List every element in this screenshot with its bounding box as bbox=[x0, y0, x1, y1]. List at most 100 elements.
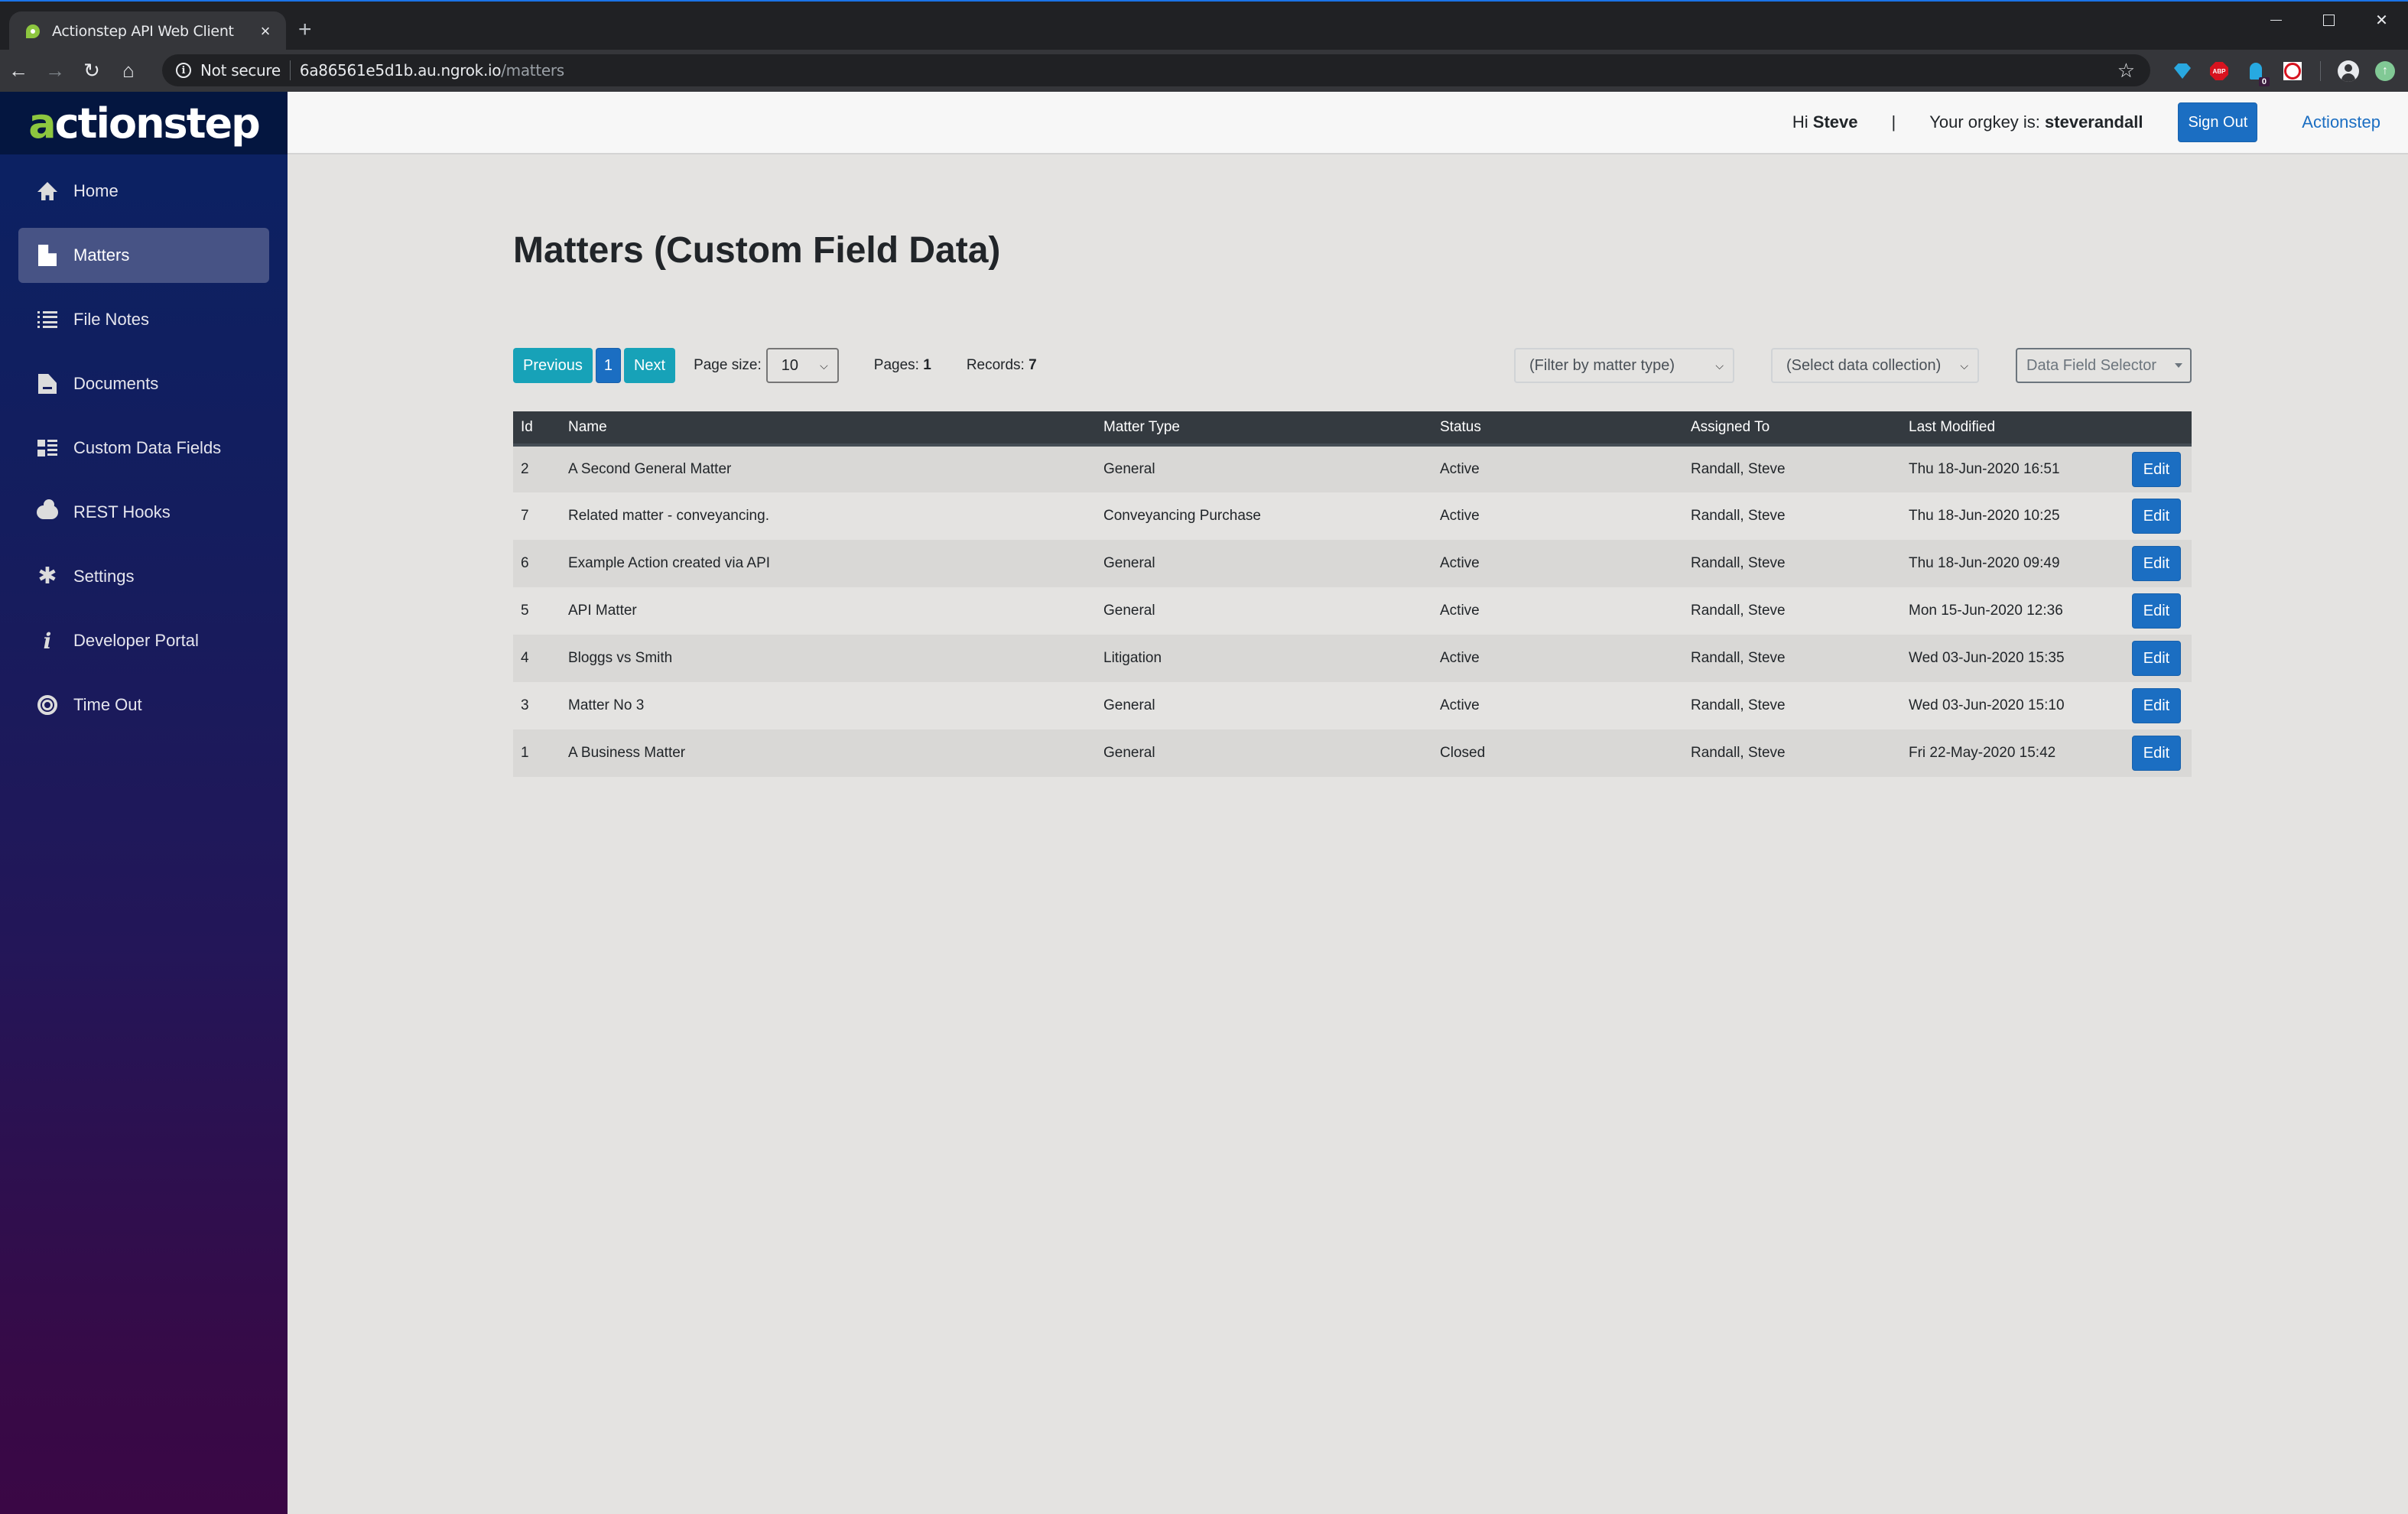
data-collection-select[interactable]: (Select data collection) ⌵ bbox=[1771, 348, 1979, 383]
reload-button[interactable]: ↻ bbox=[73, 56, 110, 86]
tab-close-icon[interactable]: × bbox=[254, 21, 277, 41]
sidebar-item-documents[interactable]: Documents bbox=[18, 356, 269, 411]
next-button[interactable]: Next bbox=[623, 348, 676, 383]
edit-button[interactable]: Edit bbox=[2132, 688, 2181, 723]
arrow-left-icon: ← bbox=[8, 59, 28, 82]
sidebar-item-label: Settings bbox=[73, 567, 135, 586]
cell-actions: Edit bbox=[2119, 587, 2192, 635]
extensions-area: ABP 0 ↑ bbox=[2164, 56, 2403, 86]
table-row[interactable]: 1 A Business Matter General Closed Randa… bbox=[513, 729, 2192, 777]
extension-badge: 0 bbox=[2258, 77, 2270, 86]
sidebar-item-label: File Notes bbox=[73, 310, 150, 329]
close-window-button[interactable]: ✕ bbox=[2355, 5, 2408, 35]
cell-status: Active bbox=[1440, 603, 1480, 619]
maximize-button[interactable] bbox=[2302, 5, 2355, 35]
extension-ghostery[interactable]: 0 bbox=[2237, 56, 2274, 86]
minimize-button[interactable] bbox=[2250, 5, 2302, 35]
extension-diamond[interactable] bbox=[2164, 56, 2201, 86]
column-header-status[interactable]: Status bbox=[1432, 411, 1683, 447]
reload-icon: ↻ bbox=[83, 59, 100, 82]
table-row[interactable]: 6 Example Action created via API General… bbox=[513, 540, 2192, 587]
table-row[interactable]: 3 Matter No 3 General Active Randall, St… bbox=[513, 682, 2192, 729]
page-1-button[interactable]: 1 bbox=[595, 348, 621, 383]
column-header-last-modified[interactable]: Last Modified bbox=[1901, 411, 2119, 447]
previous-button[interactable]: Previous bbox=[513, 348, 593, 383]
sidebar-item-custom-data-fields[interactable]: Custom Data Fields bbox=[18, 421, 269, 476]
sidebar-item-label: Custom Data Fields bbox=[73, 438, 222, 457]
update-button[interactable]: ↑ bbox=[2367, 56, 2403, 86]
cell-id: 6 bbox=[521, 555, 529, 571]
actionstep-logo[interactable]: actionstep bbox=[28, 99, 261, 148]
actionstep-link[interactable]: Actionstep bbox=[2302, 112, 2380, 132]
sidebar-item-settings[interactable]: ✱ Settings bbox=[18, 549, 269, 604]
table-header-row: Id Name Matter Type Status Assigned To L… bbox=[513, 411, 2192, 447]
maximize-icon bbox=[2323, 14, 2335, 26]
cell-assigned-to: Randall, Steve bbox=[1691, 603, 1786, 619]
cell-name: A Business Matter bbox=[568, 745, 686, 761]
data-field-selector-dropdown[interactable]: Data Field Selector bbox=[2016, 348, 2192, 383]
orgkey-text: Your orgkey is: steverandall bbox=[1929, 112, 2143, 132]
cell-actions: Edit bbox=[2119, 682, 2192, 729]
column-header-actions bbox=[2119, 411, 2192, 447]
extension-ghostbusters[interactable] bbox=[2274, 56, 2311, 86]
address-bar[interactable]: i Not secure 6a86561e5d1b.au.ngrok.io /m… bbox=[162, 54, 2150, 86]
column-header-assigned-to[interactable]: Assigned To bbox=[1683, 411, 1901, 447]
cell-name: Matter No 3 bbox=[568, 697, 645, 713]
table-row[interactable]: 5 API Matter General Active Randall, Ste… bbox=[513, 587, 2192, 635]
sidebar-item-rest-hooks[interactable]: REST Hooks bbox=[18, 485, 269, 540]
data-field-selector-label: Data Field Selector bbox=[2026, 356, 2157, 374]
home-button[interactable]: ⌂ bbox=[110, 56, 147, 86]
cell-actions: Edit bbox=[2119, 540, 2192, 587]
edit-button[interactable]: Edit bbox=[2132, 641, 2181, 676]
cell-status: Active bbox=[1440, 697, 1480, 713]
table-row[interactable]: 4 Bloggs vs Smith Litigation Active Rand… bbox=[513, 635, 2192, 682]
new-tab-button[interactable]: + bbox=[298, 17, 312, 43]
cell-matter-type: Conveyancing Purchase bbox=[1103, 508, 1261, 524]
cell-actions: Edit bbox=[2119, 445, 2192, 492]
table-row[interactable]: 7 Related matter - conveyancing. Conveya… bbox=[513, 492, 2192, 540]
edit-button[interactable]: Edit bbox=[2132, 546, 2181, 581]
bookmark-star-icon[interactable]: ☆ bbox=[2117, 59, 2135, 83]
cell-status: Closed bbox=[1440, 745, 1486, 761]
logo-area[interactable]: actionstep bbox=[0, 92, 288, 154]
info-circle-icon[interactable]: i bbox=[176, 63, 191, 78]
user-name: Steve bbox=[1812, 112, 1858, 132]
sidebar-item-label: Documents bbox=[73, 374, 159, 393]
cell-last-modified: Fri 22-May-2020 15:42 bbox=[1909, 745, 2056, 761]
cell-id: 4 bbox=[521, 650, 529, 666]
cell-actions: Edit bbox=[2119, 635, 2192, 682]
page-title: Matters (Custom Field Data) bbox=[513, 230, 1001, 271]
list-icon bbox=[37, 311, 57, 328]
extension-adblock[interactable]: ABP bbox=[2201, 56, 2237, 86]
matter-type-filter-select[interactable]: (Filter by matter type) ⌵ bbox=[1514, 348, 1734, 383]
target-icon bbox=[37, 695, 57, 715]
edit-button[interactable]: Edit bbox=[2132, 593, 2181, 629]
cell-matter-type: General bbox=[1103, 697, 1155, 713]
cell-last-modified: Thu 18-Jun-2020 16:51 bbox=[1909, 461, 2060, 477]
column-header-matter-type[interactable]: Matter Type bbox=[1096, 411, 1432, 447]
sidebar-item-time-out[interactable]: Time Out bbox=[18, 677, 269, 733]
back-button[interactable]: ← bbox=[0, 56, 37, 86]
column-header-id[interactable]: Id bbox=[513, 411, 561, 447]
edit-button[interactable]: Edit bbox=[2132, 452, 2181, 487]
profile-button[interactable] bbox=[2330, 56, 2367, 86]
minimize-icon bbox=[2270, 19, 2282, 21]
forward-button[interactable]: → bbox=[37, 56, 73, 86]
edit-button[interactable]: Edit bbox=[2132, 736, 2181, 771]
browser-tab[interactable]: Actionstep API Web Client × bbox=[9, 11, 286, 51]
sidebar-item-label: REST Hooks bbox=[73, 502, 171, 521]
cell-actions: Edit bbox=[2119, 729, 2192, 777]
sign-out-button[interactable]: Sign Out bbox=[2178, 102, 2258, 142]
sidebar-item-home[interactable]: Home bbox=[18, 164, 269, 219]
edit-button[interactable]: Edit bbox=[2132, 499, 2181, 534]
column-header-name[interactable]: Name bbox=[561, 411, 1096, 447]
sidebar-item-file-notes[interactable]: File Notes bbox=[18, 292, 269, 347]
orgkey-value: steverandall bbox=[2045, 112, 2143, 132]
cell-status: Active bbox=[1440, 508, 1480, 524]
cell-name: Example Action created via API bbox=[568, 555, 771, 571]
page-size-select[interactable]: 10 ⌵ bbox=[765, 348, 839, 383]
security-label[interactable]: Not secure bbox=[200, 61, 281, 80]
sidebar-item-matters[interactable]: Matters bbox=[18, 228, 269, 283]
table-row[interactable]: 2 A Second General Matter General Active… bbox=[513, 445, 2192, 492]
sidebar-item-developer-portal[interactable]: i Developer Portal bbox=[18, 613, 269, 668]
